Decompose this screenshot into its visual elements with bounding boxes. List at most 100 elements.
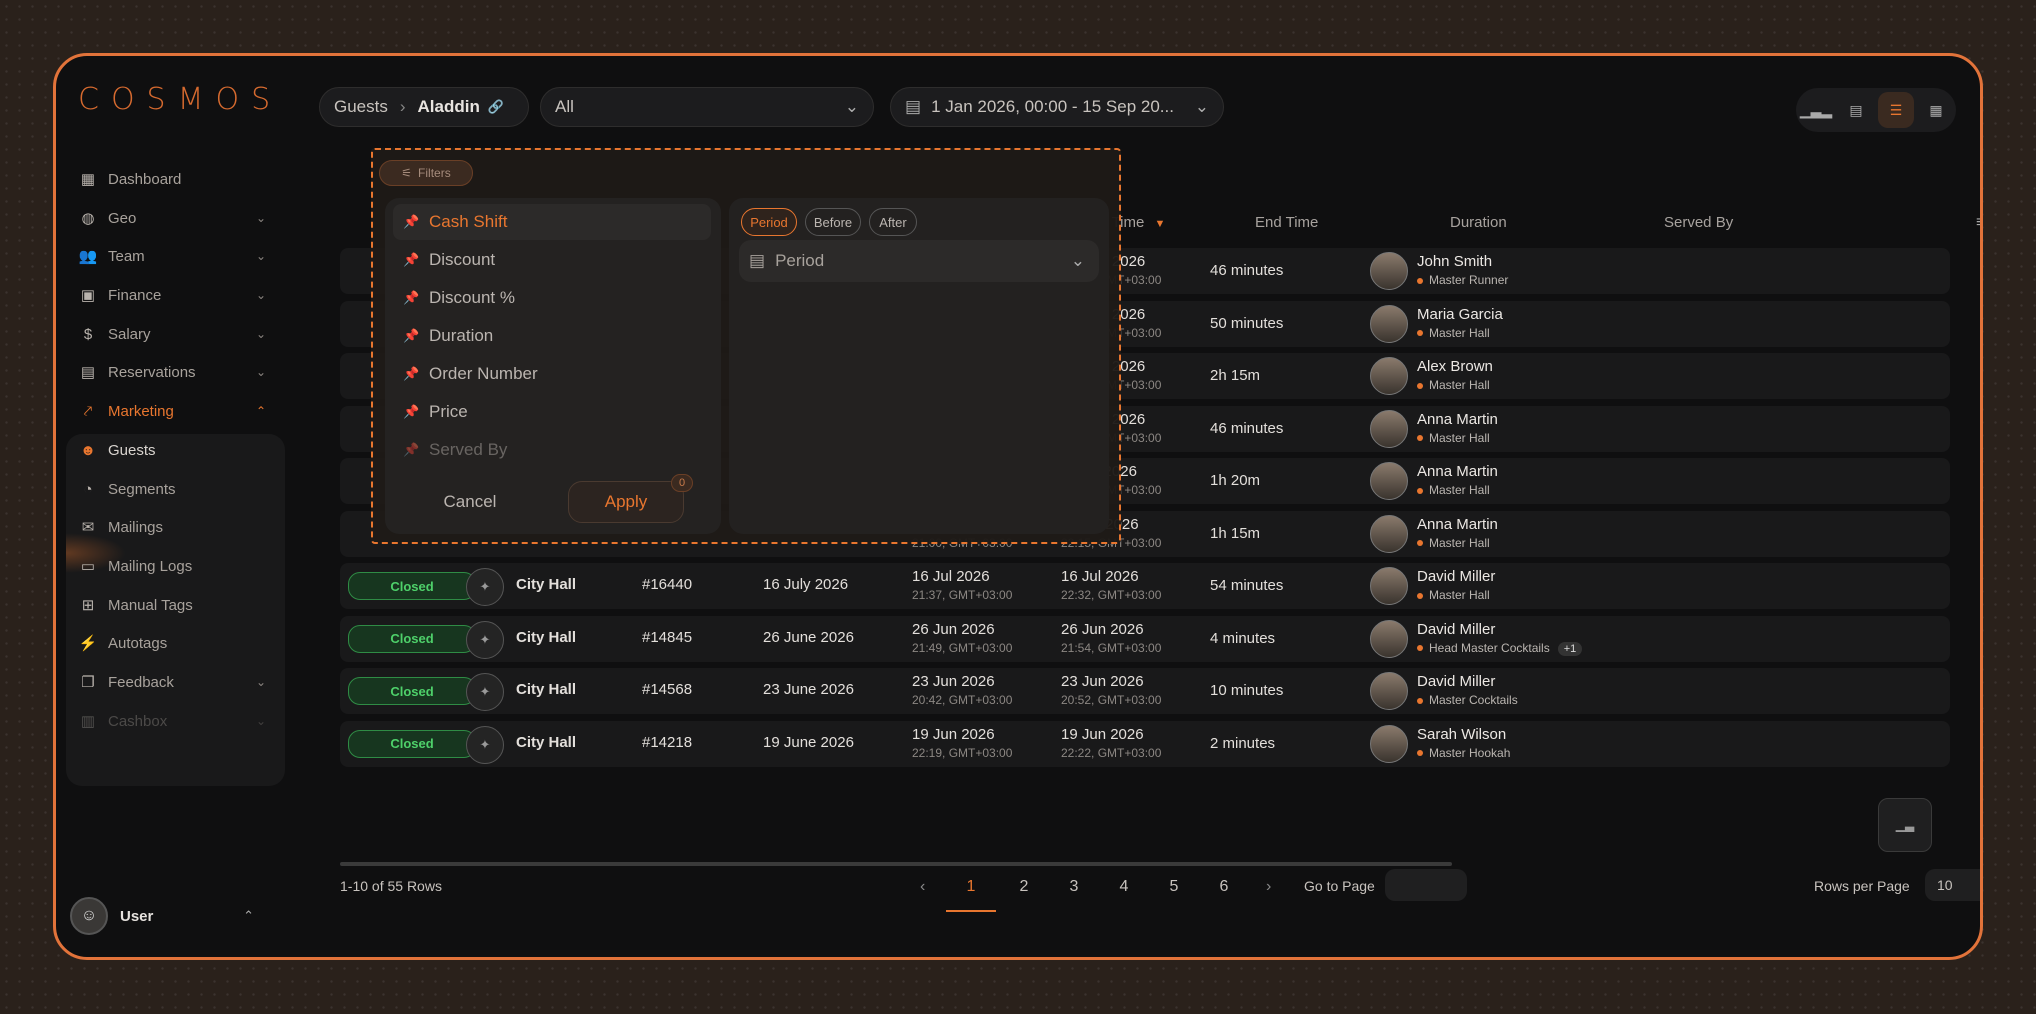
main-content: Guests › Aladdin 🔗 All ⌄ ▤ 1 Jan 2026, 0… — [319, 56, 1980, 957]
sidebar-item-team[interactable]: 👥 Team ⌄ — [66, 234, 280, 278]
horizontal-scrollbar[interactable] — [340, 862, 1452, 866]
filter-field-order-number[interactable]: 📌 Order Number — [393, 356, 711, 392]
mode-after[interactable]: After — [869, 208, 917, 236]
goto-page-input[interactable] — [1385, 869, 1467, 901]
sidebar-item-label: Cashbox — [108, 712, 168, 730]
globe-icon: ◍ — [81, 210, 95, 227]
page-button[interactable]: 1 — [946, 878, 996, 912]
start-time: 23 Jun 2026 20:42, GMT+03:00 — [912, 673, 1012, 707]
calendar-view-icon[interactable]: ▤ — [1838, 92, 1874, 128]
sidebar-item-finance[interactable]: ▣ Finance ⌄ — [66, 273, 280, 317]
chevron-down-icon: ⌄ — [255, 249, 266, 263]
schedule-view-icon[interactable]: ▦ — [1918, 92, 1954, 128]
column-header-end[interactable]: End Time — [1255, 214, 1318, 231]
avatar — [1370, 672, 1408, 710]
sidebar-item-cashbox[interactable]: ▥ Cashbox ⌄ — [66, 699, 280, 743]
column-header-duration[interactable]: Duration — [1450, 214, 1507, 231]
sidebar-item-autotags[interactable]: ⚡ Autotags — [66, 621, 280, 665]
end-subtime: 22:22, GMT+03:00 — [1061, 745, 1162, 760]
staff-role: Master Hookah — [1417, 746, 1510, 760]
avatar — [1370, 724, 1408, 763]
chevron-down-icon: ⌄ — [255, 365, 266, 379]
sidebar-item-guests[interactable]: ☻ Guests — [66, 428, 280, 472]
role-label: Master Hookah — [1429, 745, 1511, 760]
app-logo: COSMOS — [78, 82, 283, 117]
feedback-icon: ❐ — [81, 674, 95, 691]
table-row[interactable]: Closed ✦ City Hall #14845 26 June 2026 26 Jun… — [340, 615, 1950, 662]
status-badge: Closed — [348, 572, 476, 600]
filter-field-duration[interactable]: 📌 Duration — [393, 318, 711, 354]
sidebar-item-label: Autotags — [108, 634, 168, 652]
filter-value-panel: Period Before After ▤ Period ⌄ — [729, 198, 1109, 534]
page-button[interactable]: 5 — [1154, 878, 1194, 896]
sidebar-item-feedback[interactable]: ❐ Feedback ⌄ — [66, 660, 280, 704]
view-switcher: ▁▃▂ ▤ ☰ ▦ — [1796, 88, 1956, 132]
chevron-down-icon: ⌄ — [255, 288, 266, 302]
rows-per-page-select[interactable]: 10 ⌄ — [1925, 869, 1980, 901]
chart-toggle-button[interactable]: ▁▃ — [1878, 798, 1932, 852]
breadcrumb-root[interactable]: Guests — [334, 97, 388, 117]
role-dot — [1417, 435, 1423, 442]
column-header-served-by[interactable]: Served By — [1664, 214, 1733, 231]
column-settings-icon[interactable]: ≡ — [1976, 214, 1980, 232]
end-time: 19 Jun 2026 22:22, GMT+03:00 — [1061, 726, 1161, 760]
sidebar-item-mailing-logs[interactable]: ▭ Mailing Logs — [66, 544, 280, 588]
table-row[interactable]: Closed ✦ City Hall #14218 19 June 2026 19 Jun… — [340, 720, 1950, 767]
role-label: Master Cocktails — [1429, 693, 1518, 707]
venue-logo-icon: ✦ — [466, 725, 504, 764]
staff-name: Anna Martin — [1417, 463, 1498, 480]
page-button[interactable]: 4 — [1104, 878, 1144, 896]
guest-select[interactable]: All ⌄ — [540, 87, 874, 127]
filter-field-served-by[interactable]: 📌 Served By — [393, 432, 711, 468]
user-menu[interactable]: ☺ User ⌃ — [64, 888, 280, 944]
mode-period[interactable]: Period — [741, 208, 797, 236]
chevron-right-icon: › — [399, 97, 406, 116]
staff-role: Master Hall — [1417, 326, 1490, 340]
filter-field-price[interactable]: 📌 Price — [393, 394, 711, 430]
start-subtime: 22:19, GMT+03:00 — [912, 745, 1013, 760]
mode-before[interactable]: Before — [805, 208, 861, 236]
cancel-button[interactable]: Cancel — [405, 481, 535, 523]
filter-field-label: Served By — [429, 440, 508, 459]
end-subtime: 21:54, GMT+03:00 — [1061, 640, 1162, 655]
start-date: 19 Jun 2026 — [912, 725, 995, 743]
sidebar-item-label: Team — [108, 247, 145, 265]
filter-field-label: Discount — [429, 250, 496, 269]
prev-page-button[interactable]: ‹ — [920, 878, 925, 896]
page-button[interactable]: 3 — [1054, 878, 1094, 896]
filter-field-discount-percent[interactable]: 📌 Discount % — [393, 280, 711, 316]
date-range-value: 1 Jan 2026, 00:00 - 15 Sep 20... — [931, 97, 1174, 116]
table-row[interactable]: Closed ✦ City Hall #14568 23 June 2026 23 Jun… — [340, 668, 1950, 714]
sidebar-item-reservations[interactable]: ▤ Reservations ⌄ — [66, 350, 280, 394]
link-icon[interactable]: 🔗 — [488, 99, 504, 115]
duration: 46 minutes — [1210, 419, 1284, 437]
sidebar-item-marketing[interactable]: ⤤ Marketing ⌃ — [66, 389, 280, 433]
table-row[interactable]: Closed ✦ City Hall #16440 16 July 2026 16 Jul… — [340, 563, 1950, 609]
filters-chip[interactable]: ⚟ Filters — [379, 160, 473, 186]
page-button[interactable]: 6 — [1204, 878, 1244, 896]
list-view-icon[interactable]: ☰ — [1878, 92, 1914, 128]
apply-button[interactable]: Apply — [568, 481, 684, 523]
apply-label: Apply — [604, 492, 648, 511]
staff-name: Sarah Wilson — [1417, 725, 1507, 743]
chevron-down-icon: ⌄ — [255, 675, 266, 689]
page-button[interactable]: 2 — [1004, 878, 1044, 896]
date-range-picker[interactable]: ▤ 1 Jan 2026, 00:00 - 15 Sep 20... ⌄ — [890, 87, 1224, 127]
staff-role: Master Hall — [1417, 483, 1490, 497]
filter-field-discount[interactable]: 📌 Discount — [393, 242, 711, 278]
calendar-icon: ▤ — [905, 97, 922, 116]
duration: 2h 15m — [1210, 367, 1261, 384]
staff-role: Master Cocktails — [1417, 693, 1518, 707]
order-date: 16 July 2026 — [763, 576, 849, 593]
filter-field-cash-shift[interactable]: 📌 Cash Shift — [393, 204, 711, 240]
start-subtime: 21:49, GMT+03:00 — [912, 640, 1013, 655]
sidebar-item-dashboard[interactable]: ▦ Dashboard — [66, 157, 280, 201]
period-select[interactable]: ▤ Period ⌄ — [739, 240, 1099, 282]
extra-roles-badge[interactable]: +1 — [1557, 641, 1583, 656]
goto-label: Go to Page — [1304, 878, 1375, 894]
next-page-button[interactable]: › — [1266, 878, 1271, 896]
chevron-down-icon: ⌄ — [255, 211, 266, 225]
sidebar-item-mailings[interactable]: ✉ Mailings — [66, 505, 280, 549]
start-time: 16 Jul 2026 21:37, GMT+03:00 — [912, 568, 1012, 602]
bar-chart-view-icon[interactable]: ▁▃▂ — [1798, 92, 1834, 128]
